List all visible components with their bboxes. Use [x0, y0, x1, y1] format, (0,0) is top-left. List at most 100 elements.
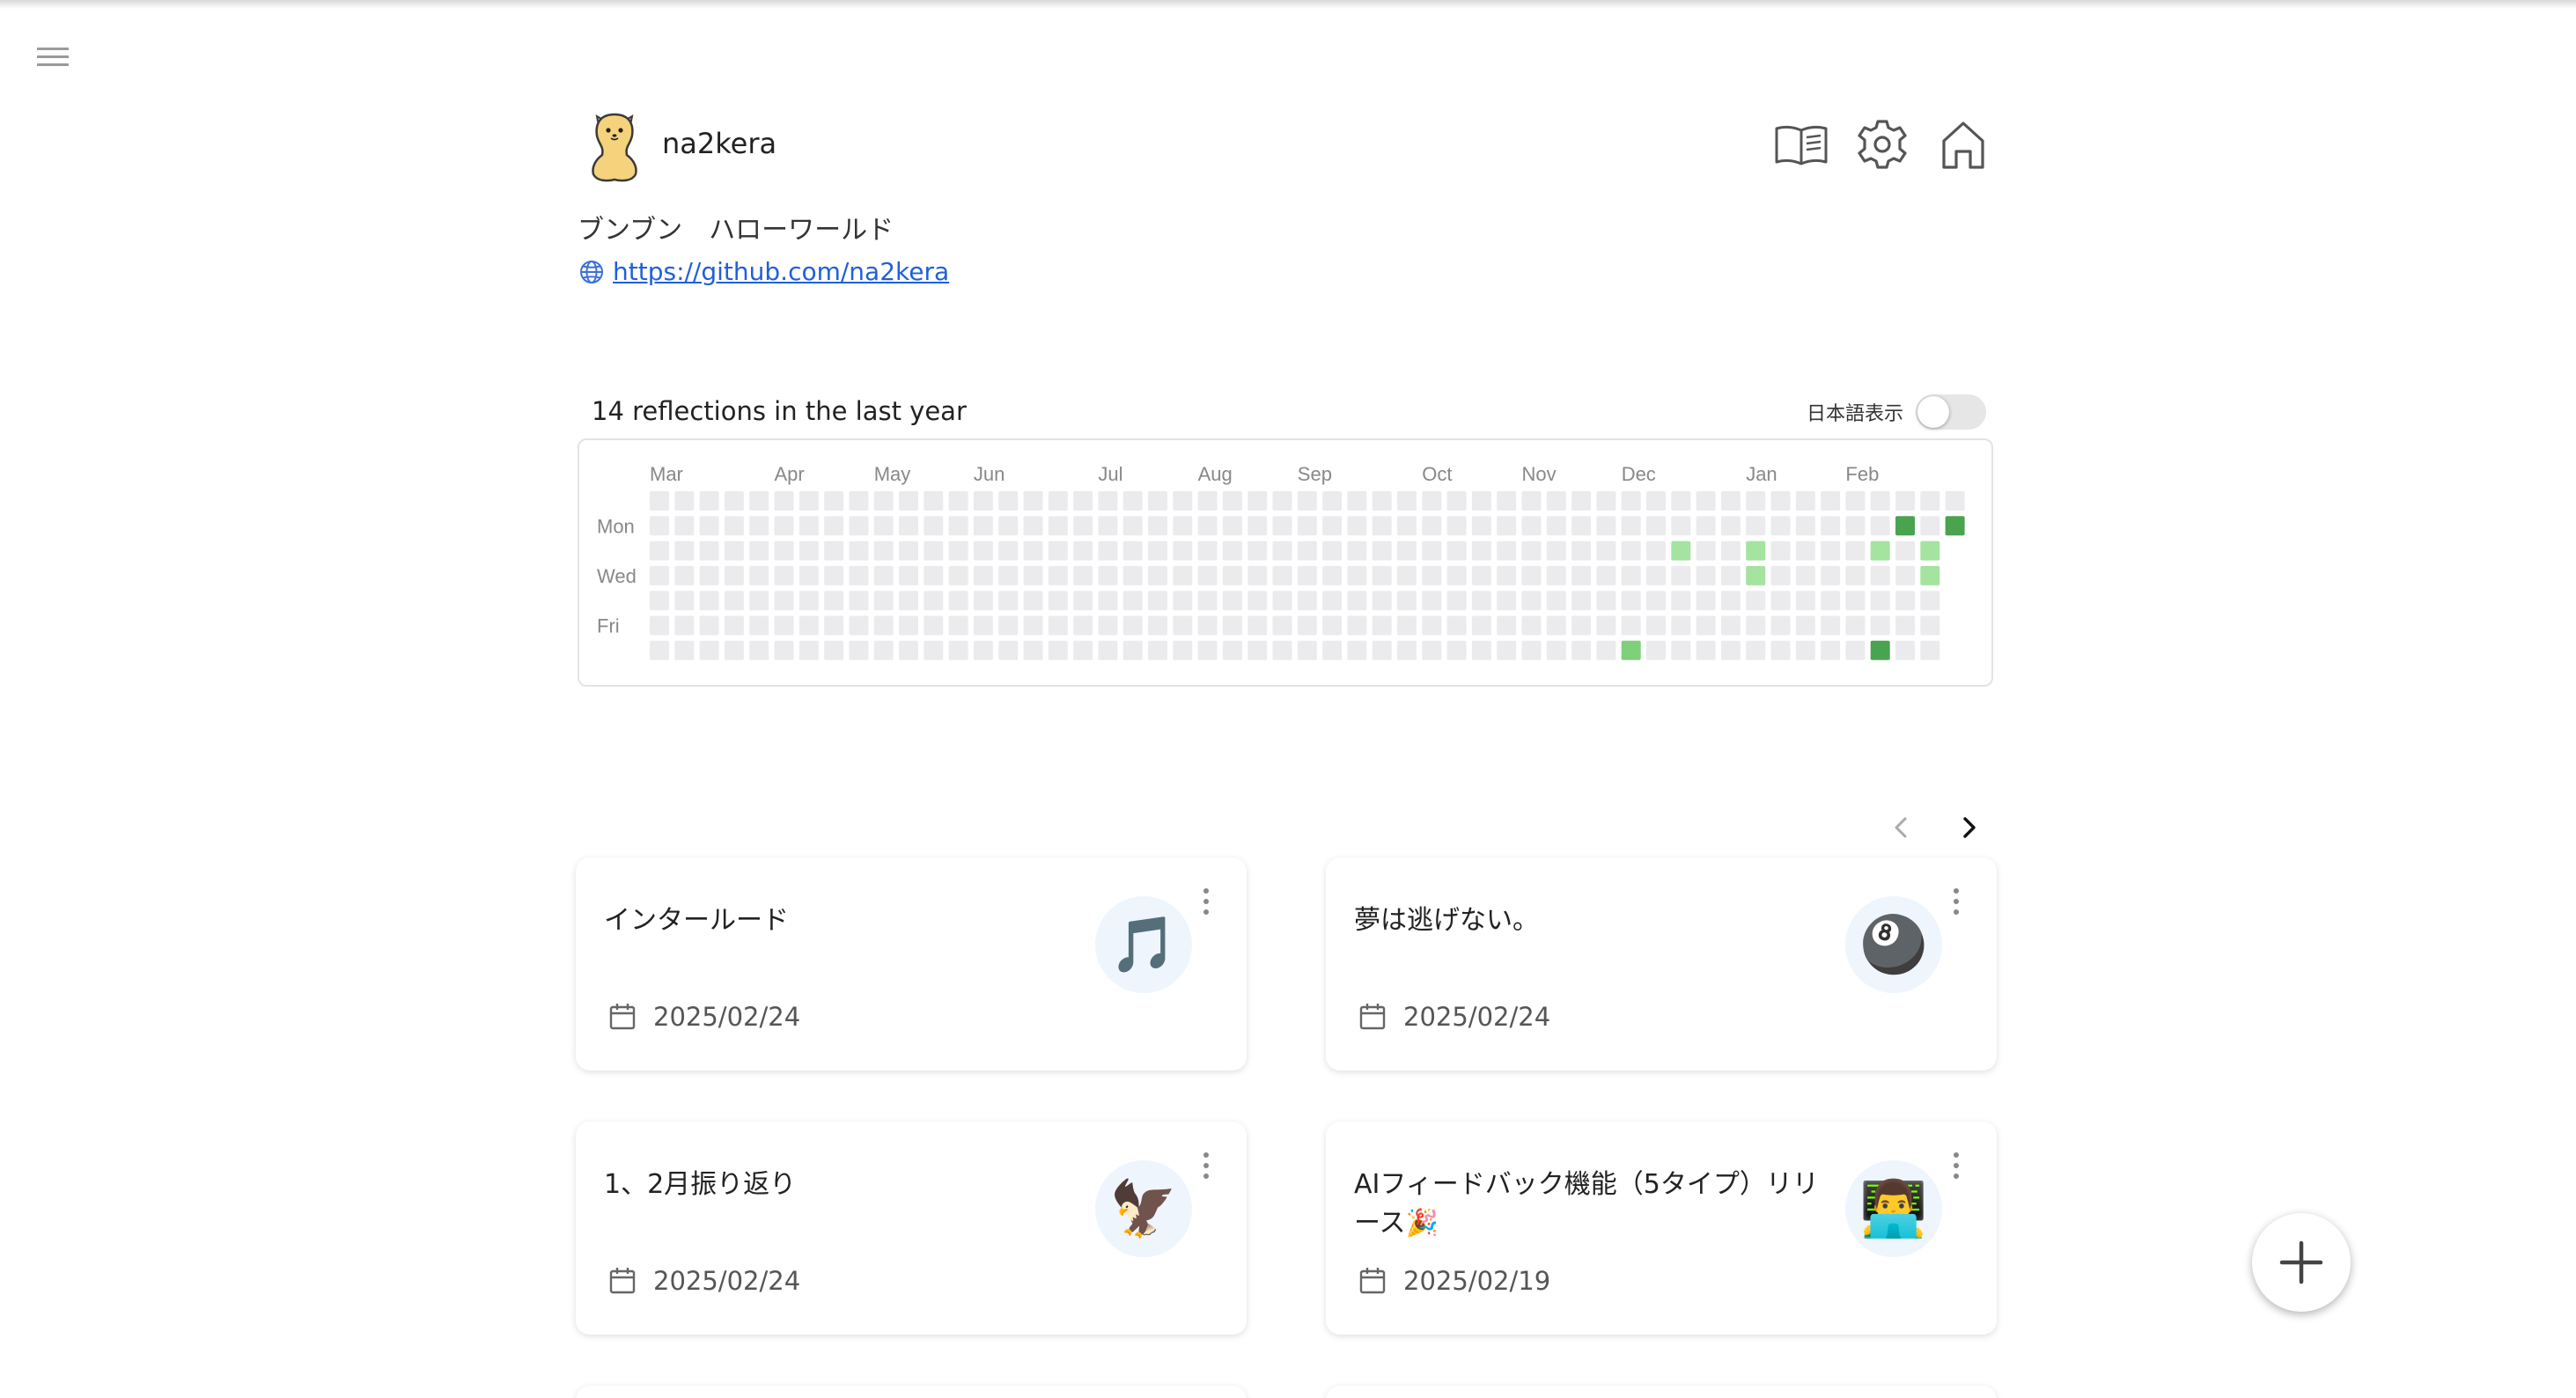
heatmap-cell[interactable] [1795, 491, 1815, 511]
heatmap-cell[interactable] [1945, 491, 1965, 511]
heatmap-cell[interactable] [1571, 491, 1592, 511]
heatmap-cell[interactable] [1770, 615, 1791, 636]
heatmap-cell[interactable] [1173, 516, 1193, 536]
heatmap-cell[interactable] [1197, 541, 1218, 561]
heatmap-cell[interactable] [1222, 491, 1242, 511]
heatmap-cell[interactable] [1920, 516, 1940, 536]
heatmap-cell[interactable] [1048, 491, 1068, 511]
heatmap-cell[interactable] [1521, 491, 1542, 511]
gear-icon[interactable] [1854, 116, 1910, 173]
heatmap-cell[interactable] [1073, 541, 1093, 561]
heatmap-cell[interactable] [873, 516, 894, 536]
heatmap-cell[interactable] [1821, 640, 1841, 660]
heatmap-cell-active[interactable] [1870, 640, 1890, 660]
heatmap-cell[interactable] [973, 491, 993, 511]
heatmap-cell[interactable] [1372, 516, 1392, 536]
heatmap-cell[interactable] [1621, 541, 1641, 561]
heatmap-cell[interactable] [1422, 591, 1442, 611]
heatmap-cell[interactable] [1571, 615, 1592, 636]
heatmap-cell[interactable] [849, 541, 869, 561]
heatmap-cell[interactable] [1571, 516, 1592, 536]
heatmap-cell[interactable] [899, 565, 918, 585]
heatmap-cell[interactable] [1322, 565, 1343, 585]
heatmap-cell[interactable] [998, 640, 1019, 660]
heatmap-cell[interactable] [1546, 491, 1566, 511]
heatmap-cell[interactable] [1720, 565, 1741, 585]
heatmap-cell-active[interactable] [1870, 541, 1890, 561]
heatmap-cell[interactable] [1248, 640, 1268, 660]
heatmap-cell[interactable] [1048, 565, 1068, 585]
heatmap-cell[interactable] [1173, 615, 1193, 636]
heatmap-cell[interactable] [1322, 541, 1343, 561]
heatmap-cell[interactable] [973, 615, 993, 636]
heatmap-cell[interactable] [1646, 491, 1666, 511]
heatmap-cell[interactable] [1422, 516, 1442, 536]
heatmap-cell[interactable] [1720, 541, 1741, 561]
heatmap-cell[interactable] [1048, 541, 1068, 561]
heatmap-cell[interactable] [948, 541, 968, 561]
heatmap-cell[interactable] [799, 640, 819, 660]
heatmap-cell[interactable] [899, 615, 918, 636]
heatmap-cell[interactable] [1272, 491, 1292, 511]
heatmap-cell[interactable] [1297, 541, 1317, 561]
heatmap-cell[interactable] [1546, 591, 1566, 611]
heatmap-cell[interactable] [1521, 591, 1542, 611]
heatmap-cell[interactable] [1173, 640, 1193, 660]
heatmap-cell[interactable] [1148, 615, 1167, 636]
heatmap-cell[interactable] [948, 615, 968, 636]
heatmap-cell[interactable] [699, 591, 719, 611]
heatmap-cell[interactable] [1148, 640, 1167, 660]
heatmap-cell[interactable] [1895, 640, 1915, 660]
heatmap-cell[interactable] [1148, 491, 1167, 511]
heatmap-cell[interactable] [749, 640, 769, 660]
heatmap-cell[interactable] [1821, 541, 1841, 561]
heatmap-cell[interactable] [1720, 491, 1741, 511]
heatmap-cell[interactable] [1821, 491, 1841, 511]
heatmap-cell[interactable] [1322, 640, 1343, 660]
heatmap-cell-active[interactable] [1920, 541, 1940, 561]
heatmap-cell[interactable] [1696, 516, 1716, 536]
heatmap-cell[interactable] [948, 640, 968, 660]
heatmap-cell[interactable] [1197, 565, 1218, 585]
heatmap-cell[interactable] [1571, 541, 1592, 561]
heatmap-cell[interactable] [1222, 541, 1242, 561]
heatmap-cell[interactable] [998, 516, 1019, 536]
avatar[interactable] [586, 109, 643, 183]
heatmap-cell[interactable] [1248, 516, 1268, 536]
home-icon[interactable] [1935, 116, 1991, 173]
heatmap-cell[interactable] [774, 541, 794, 561]
heatmap-cell[interactable] [1272, 565, 1292, 585]
heatmap-cell[interactable] [1821, 615, 1841, 636]
heatmap-cell[interactable] [899, 516, 918, 536]
heatmap-cell[interactable] [724, 516, 744, 536]
heatmap-cell[interactable] [1671, 640, 1691, 660]
reflection-card-partial[interactable] [576, 1386, 1247, 1398]
heatmap-cell[interactable] [699, 640, 719, 660]
heatmap-cell[interactable] [1122, 565, 1143, 585]
heatmap-cell[interactable] [1571, 640, 1592, 660]
heatmap-cell[interactable] [1571, 565, 1592, 585]
heatmap-cell[interactable] [1446, 491, 1467, 511]
heatmap-cell[interactable] [1770, 640, 1791, 660]
heatmap-cell[interactable] [1920, 615, 1940, 636]
heatmap-cell[interactable] [1621, 565, 1641, 585]
heatmap-cell[interactable] [1596, 615, 1616, 636]
heatmap-cell[interactable] [1845, 565, 1866, 585]
heatmap-cell-active[interactable] [1945, 516, 1965, 536]
heatmap-cell[interactable] [924, 565, 944, 585]
heatmap-cell[interactable] [1795, 565, 1815, 585]
heatmap-cell[interactable] [1372, 541, 1392, 561]
heatmap-cell[interactable] [1272, 516, 1292, 536]
heatmap-cell[interactable] [1248, 491, 1268, 511]
heatmap-cell[interactable] [824, 565, 844, 585]
heatmap-cell[interactable] [1895, 565, 1915, 585]
heatmap-cell[interactable] [699, 615, 719, 636]
heatmap-cell[interactable] [1372, 591, 1392, 611]
heatmap-cell[interactable] [1073, 491, 1093, 511]
heatmap-cell[interactable] [1471, 591, 1491, 611]
heatmap-cell[interactable] [650, 516, 669, 536]
heatmap-cell[interactable] [1422, 615, 1442, 636]
heatmap-cell[interactable] [1596, 591, 1616, 611]
heatmap-cell[interactable] [724, 591, 744, 611]
heatmap-cell[interactable] [1397, 565, 1417, 585]
